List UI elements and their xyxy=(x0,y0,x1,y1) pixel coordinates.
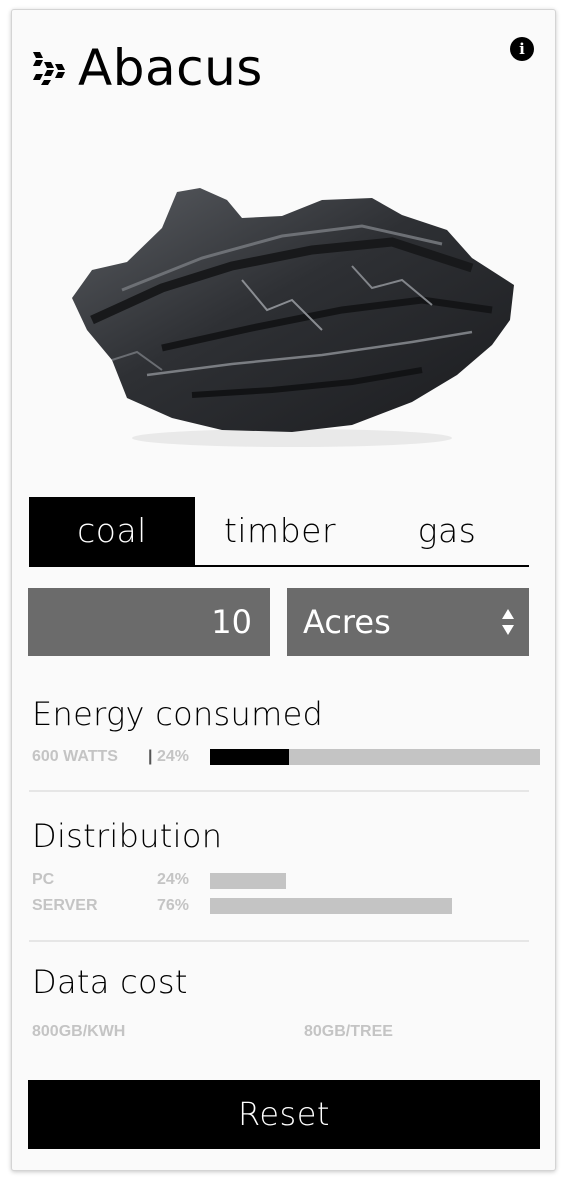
abacus-logo-icon xyxy=(33,52,65,85)
distribution-title: Distribution xyxy=(32,817,223,855)
data-cost-kwh: 800GB/KWH xyxy=(32,1023,126,1040)
distribution-pc-bar xyxy=(210,873,528,889)
distribution-pc-percent: 24% xyxy=(157,871,190,888)
energy-bar xyxy=(210,749,540,765)
divider xyxy=(29,940,529,942)
data-cost-title: Data cost xyxy=(32,963,188,1001)
reset-button[interactable]: Reset xyxy=(28,1080,540,1149)
resource-tabs: coal timber gas xyxy=(29,497,529,567)
tab-coal[interactable]: coal xyxy=(29,497,195,565)
energy-watts: 600 WATTS xyxy=(32,748,118,765)
app-title: Abacus xyxy=(78,39,263,97)
energy-percent: 24% xyxy=(157,748,190,765)
distribution-pc-label: PC xyxy=(32,871,55,888)
distribution-pc-bar-fill xyxy=(210,873,287,889)
unit-select-value: Acres xyxy=(303,603,391,641)
distribution-server-label: SERVER xyxy=(32,897,98,914)
unit-select[interactable]: Acres xyxy=(287,588,529,656)
tab-gas[interactable]: gas xyxy=(365,497,529,565)
energy-separator: | xyxy=(148,748,153,765)
up-down-arrows-icon xyxy=(502,609,514,635)
energy-bar-fill xyxy=(210,749,290,765)
divider xyxy=(29,790,529,792)
info-icon[interactable]: i xyxy=(510,37,534,61)
quantity-input[interactable]: 10 xyxy=(28,588,270,656)
energy-title: Energy consumed xyxy=(32,695,324,733)
distribution-server-bar-fill xyxy=(210,898,452,914)
data-cost-tree: 80GB/TREE xyxy=(304,1023,393,1040)
tab-timber[interactable]: timber xyxy=(195,497,365,565)
calculator-card: Abacus i coal timber gas 10 Acres Energy… xyxy=(11,9,556,1171)
coal-image xyxy=(72,188,514,447)
distribution-server-bar xyxy=(210,898,528,914)
distribution-server-percent: 76% xyxy=(157,897,190,914)
